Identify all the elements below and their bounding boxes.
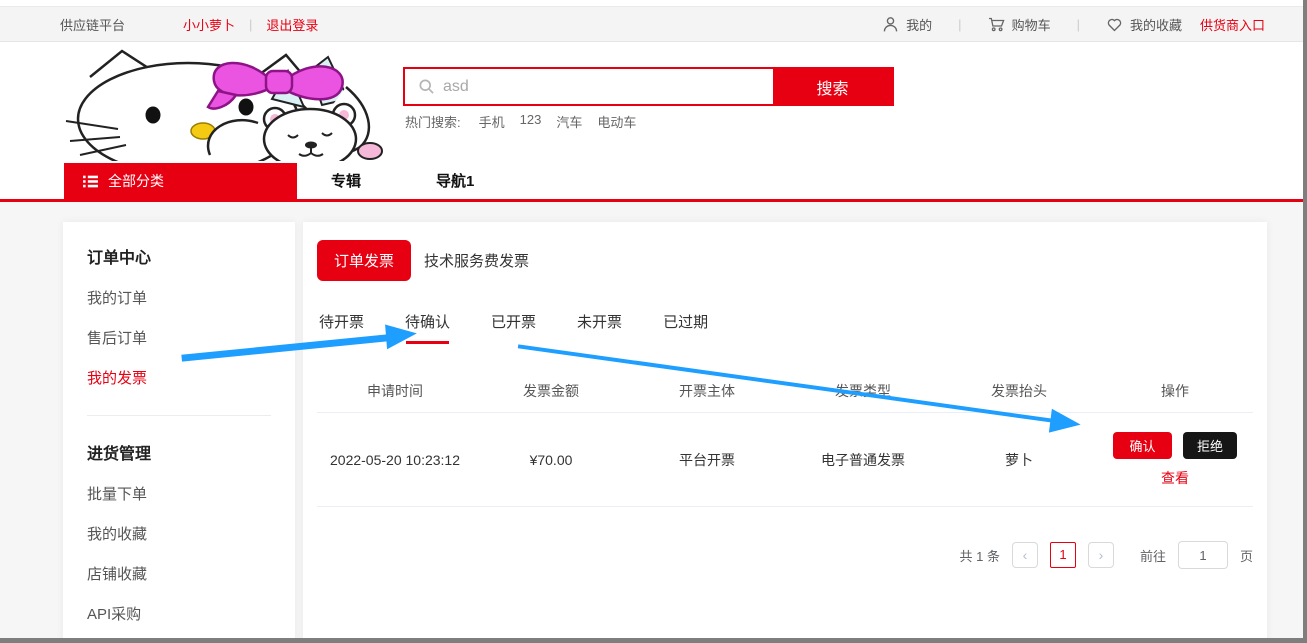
search-icon [418, 78, 435, 95]
cart-icon [988, 16, 1005, 33]
sidebar-section-order-center: 订单中心 [87, 244, 271, 268]
sidebar-section-purchase-mgmt: 进货管理 [87, 440, 271, 464]
user-icon [882, 16, 899, 33]
menu-icon [82, 173, 99, 190]
goto-label: 前往 [1140, 546, 1166, 565]
username-link[interactable]: 小小萝卜 [183, 15, 235, 34]
goto-page-input[interactable] [1178, 541, 1228, 569]
tab-expired[interactable]: 已过期 [663, 311, 708, 344]
current-page-button[interactable]: 1 [1050, 542, 1076, 568]
sidebar: 订单中心 我的订单 售后订单 我的发票 进货管理 批量下单 我的收藏 店铺收藏 … [63, 222, 295, 643]
pagination: 共 1 条 ‹ 1 › 前往 页 [317, 541, 1253, 569]
cell-invoice-type: 电子普通发票 [785, 450, 941, 470]
invoice-panel: 订单发票 技术服务费发票 待开票 待确认 已开票 未开票 已过期 申请时间 发票… [303, 222, 1267, 643]
sidebar-item-aftersale-orders[interactable]: 售后订单 [87, 327, 271, 348]
hot-keyword[interactable]: 电动车 [597, 112, 636, 131]
tab-tech-service-invoice[interactable]: 技术服务费发票 [424, 250, 529, 271]
browser-page: 供应链平台 小小萝卜 | 退出登录 我的 | 购物车 | [0, 0, 1307, 643]
hot-keyword[interactable]: 123 [520, 112, 542, 131]
content-area: 订单中心 我的订单 售后订单 我的发票 进货管理 批量下单 我的收藏 店铺收藏 … [0, 202, 1303, 638]
supplier-entry-link[interactable]: 供货商入口 [1200, 15, 1265, 34]
col-apply-time: 申请时间 [317, 381, 473, 401]
tab-not-issued[interactable]: 未开票 [577, 311, 622, 344]
invoice-table: 申请时间 发票金额 开票主体 发票类型 发票抬头 操作 2022-05-20 1… [317, 370, 1253, 507]
next-page-button[interactable]: › [1088, 542, 1114, 568]
hot-search-label: 热门搜索: [405, 112, 461, 131]
my-account-link[interactable]: 我的 [882, 15, 932, 34]
col-invoice-type: 发票类型 [785, 381, 941, 401]
sidebar-item-my-invoices[interactable]: 我的发票 [87, 367, 271, 388]
table-header-row: 申请时间 发票金额 开票主体 发票类型 发票抬头 操作 [317, 370, 1253, 413]
hot-keyword[interactable]: 汽车 [556, 112, 582, 131]
tab-issued[interactable]: 已开票 [491, 311, 536, 344]
main-nav: 全部分类 专辑 导航1 [0, 163, 1303, 199]
heart-icon [1106, 16, 1123, 33]
cell-issuer: 平台开票 [629, 450, 785, 470]
topbar-divider: | [958, 17, 961, 32]
col-amount: 发票金额 [473, 381, 629, 401]
favorites-link[interactable]: 我的收藏 [1106, 15, 1182, 34]
tab-order-invoice[interactable]: 订单发票 [317, 240, 411, 281]
nav-item-nav1[interactable]: 导航1 [436, 170, 474, 191]
sidebar-divider [87, 415, 271, 416]
col-actions: 操作 [1097, 381, 1253, 401]
status-tabs: 待开票 待确认 已开票 未开票 已过期 [319, 311, 1253, 344]
total-count: 共 1 条 [960, 546, 1000, 565]
sidebar-item-my-favorites[interactable]: 我的收藏 [87, 523, 271, 544]
search-bar: 搜索 [403, 67, 894, 106]
reject-button[interactable]: 拒绝 [1183, 432, 1237, 459]
cell-amount: ¥70.00 [473, 452, 629, 468]
all-categories-button[interactable]: 全部分类 [64, 163, 297, 199]
prev-page-button[interactable]: ‹ [1012, 542, 1038, 568]
sidebar-item-my-orders[interactable]: 我的订单 [87, 287, 271, 308]
tab-pending-confirm[interactable]: 待确认 [405, 311, 450, 344]
topbar-divider: | [1077, 17, 1080, 32]
cell-invoice-title: 萝卜 [941, 450, 1097, 470]
view-link[interactable]: 查看 [1161, 468, 1189, 488]
nav-item-album[interactable]: 专辑 [331, 170, 361, 191]
cell-actions: 确认 拒绝 查看 [1097, 432, 1253, 488]
topbar: 供应链平台 小小萝卜 | 退出登录 我的 | 购物车 | [0, 6, 1303, 42]
cell-apply-time: 2022-05-20 10:23:12 [317, 452, 473, 468]
topbar-divider: | [249, 17, 252, 32]
sidebar-item-bulk-order[interactable]: 批量下单 [87, 483, 271, 504]
logout-link[interactable]: 退出登录 [266, 15, 318, 34]
page-unit-label: 页 [1240, 546, 1253, 565]
logo-cat-image[interactable] [60, 47, 392, 161]
col-issuer: 开票主体 [629, 381, 785, 401]
search-input[interactable] [443, 69, 773, 104]
sidebar-item-api-purchase[interactable]: API采购 [87, 603, 271, 624]
search-button[interactable]: 搜索 [773, 69, 892, 104]
tab-pending-issue[interactable]: 待开票 [319, 311, 364, 344]
platform-title: 供应链平台 [60, 15, 125, 34]
table-row: 2022-05-20 10:23:12 ¥70.00 平台开票 电子普通发票 萝… [317, 413, 1253, 507]
hot-keyword[interactable]: 手机 [479, 112, 505, 131]
hot-search: 热门搜索: 手机 123 汽车 电动车 [405, 112, 636, 131]
confirm-button[interactable]: 确认 [1113, 432, 1172, 459]
chevron-right-icon: › [1099, 547, 1104, 563]
col-invoice-title: 发票抬头 [941, 381, 1097, 401]
sidebar-item-shop-favorites[interactable]: 店铺收藏 [87, 563, 271, 584]
chevron-left-icon: ‹ [1023, 547, 1028, 563]
cart-link[interactable]: 购物车 [988, 15, 1051, 34]
